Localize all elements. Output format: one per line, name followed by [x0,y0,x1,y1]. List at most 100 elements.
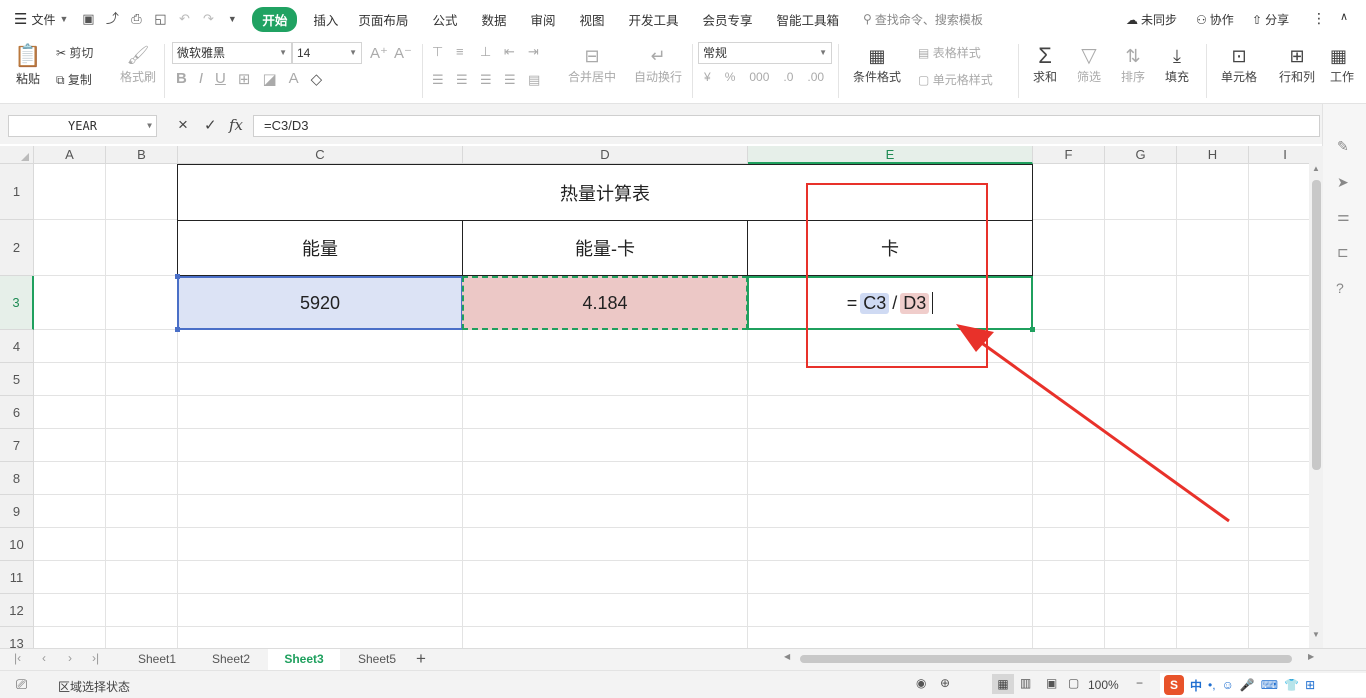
row-header-11[interactable]: 11 [0,561,34,594]
column-header-h[interactable]: H [1177,146,1249,164]
cancel-icon[interactable]: × [178,115,188,135]
copy-button[interactable]: ⧉ 复制 [56,71,92,88]
row-header-8[interactable]: 8 [0,462,34,495]
increase-decimal-icon[interactable]: .0 [783,70,793,84]
distribute-icon[interactable]: ▤ [528,72,552,88]
selection-handle[interactable] [175,327,180,332]
vertical-scrollbar[interactable]: ▲ ▼ [1309,146,1323,648]
tab-data[interactable]: 数据 [481,10,506,29]
decrease-font-icon[interactable]: A⁻ [394,44,412,62]
paste-button[interactable]: 📋 粘贴 [12,42,44,87]
scroll-right-icon[interactable]: ▶ [1308,652,1314,661]
font-color-icon[interactable]: A [289,70,299,88]
merge-center-button[interactable]: ⊟ 合并居中 [562,44,622,85]
bold-icon[interactable]: B [176,70,187,88]
sheet-tab-2[interactable]: Sheet2 [196,649,266,670]
sheet-tab-1[interactable]: Sheet1 [122,649,192,670]
wrap-text-button[interactable]: ↵ 自动换行 [630,44,686,85]
row-header-5[interactable]: 5 [0,363,34,396]
row-header-13[interactable]: 13 [0,627,34,648]
selection-handle[interactable] [1030,327,1035,332]
add-sheet-icon[interactable]: + [416,649,426,669]
row-header-10[interactable]: 10 [0,528,34,561]
page-layout-icon[interactable]: ▥ [1020,676,1031,690]
ime-keyboard-icon[interactable]: ⌨ [1261,678,1278,692]
column-header-b[interactable]: B [106,146,178,164]
spreadsheet-grid[interactable]: A B C D E F G H I 1 2 3 4 5 6 7 8 9 10 1… [0,146,1322,648]
page-break-icon[interactable]: ▣ [1046,676,1057,690]
header-cell-c2[interactable]: 能量 [177,220,463,276]
cell-c3[interactable]: 5920 [177,276,463,330]
cell-style-button[interactable]: ▢ 单元格样式 [918,71,993,88]
enter-icon[interactable]: ✓ [204,116,217,134]
row-header-4[interactable]: 4 [0,330,34,363]
selection-handle[interactable] [175,274,180,279]
command-search[interactable]: ⚲ 查找命令、搜索模板 [863,11,983,28]
align-middle-icon[interactable]: ≡ [456,44,480,60]
number-format-select[interactable]: 常规 ▼ [698,42,832,64]
column-header-c[interactable]: C [178,146,463,164]
sheet-tab-3[interactable]: Sheet3 [268,649,340,670]
row-header-3[interactable]: 3 [0,276,34,330]
eye-protect-icon[interactable]: ◉ [916,676,926,690]
scroll-thumb[interactable] [1312,180,1321,470]
name-box[interactable]: YEAR ▼ [8,115,157,137]
align-left-icon[interactable]: ☰ [432,72,456,88]
percent-icon[interactable]: % [725,70,736,84]
sync-status[interactable]: ☁ 未同步 [1126,11,1177,28]
tab-smart-tools[interactable]: 智能工具箱 [777,10,840,29]
print-icon[interactable]: ⎙ [128,11,144,27]
scroll-left-icon[interactable]: ◀ [784,652,790,661]
zoom-level[interactable]: 100% [1088,678,1119,692]
last-sheet-icon[interactable]: ›| [92,651,99,665]
normal-view-icon[interactable]: ▦ [992,674,1014,694]
align-center-icon[interactable]: ☰ [456,72,480,88]
formula-input[interactable]: =C3/D3 [253,115,1320,137]
currency-icon[interactable]: ¥ [704,70,711,84]
file-menu[interactable]: ☰ 文件 ▼ [14,10,68,28]
export-icon[interactable]: ⤴ [104,11,120,27]
row-header-1[interactable]: 1 [0,164,34,220]
header-cell-d2[interactable]: 能量-卡 [462,220,748,276]
row-header-6[interactable]: 6 [0,396,34,429]
font-size-select[interactable]: 14 ▼ [292,42,362,64]
adjust-icon[interactable]: ⚌ [1337,208,1350,225]
tab-view[interactable]: 视图 [579,10,604,29]
row-header-2[interactable]: 2 [0,220,34,276]
sort-button[interactable]: ⇅ 排序 [1118,44,1148,85]
align-bottom-icon[interactable]: ⊥ [480,44,504,60]
border-icon[interactable]: ⊞ [238,70,251,88]
sum-button[interactable]: Σ 求和 [1030,44,1060,85]
tab-page-layout[interactable]: 页面布局 [358,10,408,29]
row-header-12[interactable]: 12 [0,594,34,627]
cursor-icon[interactable]: ➤ [1337,174,1349,191]
justify-icon[interactable]: ☰ [504,72,528,88]
hscroll-thumb[interactable] [800,655,1292,663]
first-sheet-icon[interactable]: |‹ [14,651,21,665]
column-header-g[interactable]: G [1105,146,1177,164]
conditional-format-button[interactable]: ▦ 条件格式 [848,44,906,85]
column-header-e[interactable]: E [748,146,1033,164]
save-icon[interactable]: ▣ [80,11,96,27]
pin-icon[interactable]: ✎ [1337,138,1349,155]
scroll-down-icon[interactable]: ▼ [1312,630,1320,639]
thousands-icon[interactable]: 000 [749,70,769,84]
tab-formulas[interactable]: 公式 [432,10,457,29]
collab-button[interactable]: ⚇ 协作 [1196,11,1234,28]
tab-home[interactable]: 开始 [252,6,298,32]
more-icon[interactable]: ▼ [224,11,240,27]
column-header-d[interactable]: D [463,146,748,164]
font-name-select[interactable]: 微软雅黑 ▼ [172,42,292,64]
align-right-icon[interactable]: ☰ [480,72,504,88]
fill-button[interactable]: ⤓ 填充 [1162,44,1192,85]
row-header-7[interactable]: 7 [0,429,34,462]
cut-button[interactable]: ✂ 剪切 [56,44,93,61]
next-sheet-icon[interactable]: › [68,651,72,665]
prev-sheet-icon[interactable]: ‹ [42,651,46,665]
column-header-a[interactable]: A [34,146,106,164]
worksheet-button[interactable]: ▦ 工作 [1330,44,1366,85]
indent-decrease-icon[interactable]: ⇤ [504,44,528,60]
collapse-ribbon-icon[interactable]: ∧ [1340,10,1348,23]
ime-toolbar[interactable]: S 中 •, ☺ 🎤 ⌨ 👕 ⊞ [1160,673,1366,697]
fill-color-icon[interactable]: ◪ [262,70,276,88]
